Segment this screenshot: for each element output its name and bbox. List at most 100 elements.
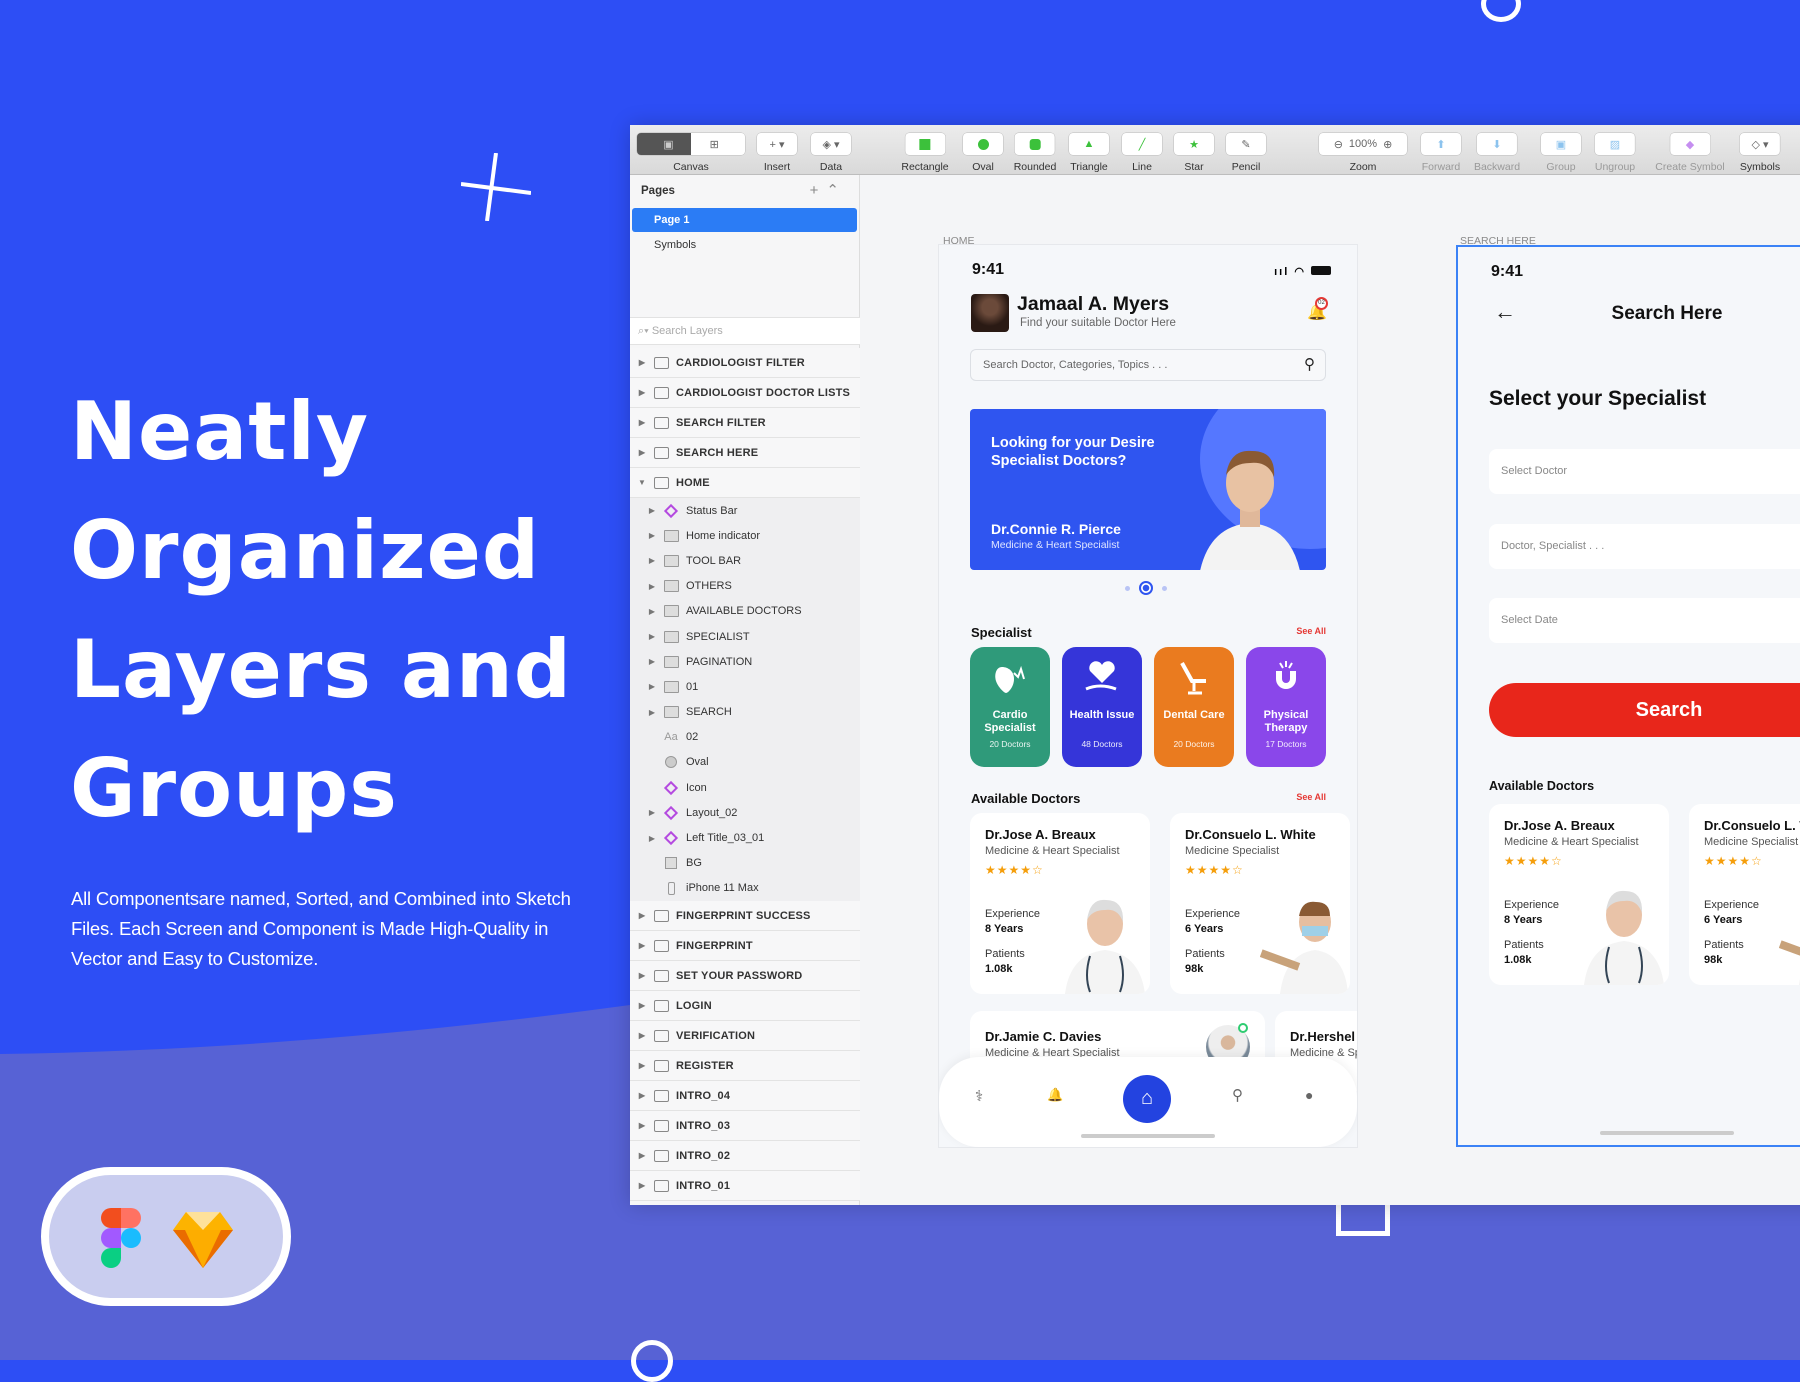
layer-group-verification[interactable]: ▶ VERIFICATION [630,1021,860,1051]
layer-group-intro-02[interactable]: ▶ INTRO_02 [630,1141,860,1171]
search-artboard[interactable]: 9:41 ← Search Here Select your Specialis… [1456,245,1800,1147]
layer-item-icon[interactable]: Icon [630,775,860,801]
layer-group-cardiologist-filter[interactable]: ▶ CARDIOLOGIST FILTER [630,348,860,378]
caret-right-icon[interactable]: ▶ [644,708,660,717]
oval-icon[interactable] [963,133,1003,155]
caret-right-icon[interactable]: ▶ [634,1091,650,1100]
toolbar-group[interactable]: ▣ Group [1541,133,1581,173]
layer-group-intro-03[interactable]: ▶ INTRO_03 [630,1111,860,1141]
layer-item-others[interactable]: ▶ OTHERS [630,573,860,599]
doctor-card[interactable]: Dr.Consuelo L. White Medicine Specialist ★… [1170,813,1350,994]
layer-item-available-doctors[interactable]: ▶ AVAILABLE DOCTORS [630,598,860,624]
caret-right-icon[interactable]: ▶ [634,418,650,427]
layer-item-left-title-03-01[interactable]: ▶ Left Title_03_01 [630,825,860,851]
toolbar-data[interactable]: ◈ ▾ Data [811,133,851,173]
add-page-icon[interactable]: +⌃ [810,181,847,199]
caret-right-icon[interactable]: ▶ [644,531,660,540]
specialist-card-health-issue[interactable]: Health Issue 48 Doctors [1062,647,1142,767]
toolbar-zoom[interactable]: ⊖ 100% ⊕ Zoom [1319,133,1407,173]
user-icon[interactable]: ● [1305,1087,1313,1103]
layer-item-search[interactable]: ▶ SEARCH [630,699,860,725]
toolbar-pencil[interactable]: ✎ Pencil [1226,133,1266,173]
data-icon[interactable]: ◈ ▾ [811,133,851,155]
doctor-card[interactable]: Dr.Jose A. Breaux Medicine & Heart Specia… [1489,804,1669,985]
doctors-see-all-link[interactable]: See All [1296,792,1326,802]
line-icon[interactable]: ╱ [1122,133,1162,155]
search-layers-input[interactable]: ⌕▾ Search Layers [630,317,860,345]
select-doctor-field[interactable]: Select Doctor [1489,449,1800,494]
layer-item-01[interactable]: ▶ 01 [630,674,860,700]
layer-item-bg[interactable]: BG [630,850,860,876]
specialist-see-all-link[interactable]: See All [1296,626,1326,636]
caret-right-icon[interactable]: ▶ [644,556,660,565]
layer-item-home-indicator[interactable]: ▶ Home indicator [630,523,860,549]
page-item-symbols[interactable]: Symbols [632,233,857,257]
toolbar-rounded[interactable]: Rounded [1014,133,1056,173]
ungroup-icon[interactable]: ▨ [1595,133,1635,155]
carousel-dot[interactable] [1125,585,1130,591]
rounded-icon[interactable] [1015,133,1055,155]
toolbar-oval[interactable]: Oval [963,133,1003,173]
specialist-card-dental-care[interactable]: Dental Care 20 Doctors [1154,647,1234,767]
search-icon[interactable]: ⚲ [1304,350,1315,380]
toolbar-line[interactable]: ╱ Line [1122,133,1162,173]
layer-group-fingerprint[interactable]: ▶ FINGERPRINT [630,931,860,961]
page-item-page-1[interactable]: Page 1 [632,208,857,232]
caret-right-icon[interactable]: ▶ [634,1181,650,1190]
forward-icon[interactable]: ⬆ [1421,133,1461,155]
caret-right-icon[interactable]: ▶ [634,388,650,397]
pencil-icon[interactable]: ✎ [1226,133,1266,155]
caret-right-icon[interactable]: ▶ [634,448,650,457]
doctor-specialist-field[interactable]: Doctor, Specialist . . . [1489,524,1800,569]
rectangle-icon[interactable] [905,133,945,155]
search-icon[interactable]: ⚲ [1232,1086,1243,1104]
layer-group-search-filter[interactable]: ▶ SEARCH FILTER [630,408,860,438]
doctor-search-input[interactable]: Search Doctor, Categories, Topics . . . ⚲ [970,349,1326,381]
bell-icon[interactable]: 🔔 [1047,1087,1063,1103]
toolbar-symbols[interactable]: ◇ ▾ Symbols [1740,133,1780,173]
search-button[interactable]: Search [1489,683,1800,737]
doctor-card[interactable]: Dr.Jose A. Breaux Medicine & Heart Specia… [970,813,1150,994]
layer-group-login[interactable]: ▶ LOGIN [630,991,860,1021]
layer-group-intro-01[interactable]: ▶ INTRO_01 [630,1171,860,1201]
toolbar-triangle[interactable]: ▲ Triangle [1069,133,1109,173]
toolbar-create-symbol[interactable]: ◆ Create Symbol [1655,133,1725,173]
caret-right-icon[interactable]: ▶ [644,834,660,843]
layer-item-02[interactable]: Aa 02 [630,724,860,750]
caret-right-icon[interactable]: ▶ [634,971,650,980]
layer-group-register[interactable]: ▶ REGISTER [630,1051,860,1081]
layer-item-oval[interactable]: Oval [630,749,860,776]
caret-right-icon[interactable]: ▶ [644,607,660,616]
avatar[interactable] [971,294,1009,332]
home-artboard[interactable]: 9:41 ııl ◠ Jamaal A. Myers Find your sui… [939,245,1357,1147]
layer-item-specialist[interactable]: ▶ SPECIALIST [630,623,860,650]
layer-group-set-your-password[interactable]: ▶ SET YOUR PASSWORD [630,961,860,991]
toolbar-backward[interactable]: ⬇ Backward [1474,133,1520,173]
toolbar-insert[interactable]: + ▾ Insert [757,133,797,173]
toolbar-ungroup[interactable]: ▨ Ungroup [1595,133,1635,173]
toolbar-rectangle[interactable]: Rectangle [901,133,949,173]
toolbar-canvas[interactable]: ▣ ⊞ Canvas [637,133,745,173]
layer-item-status-bar[interactable]: ▶ Status Bar [630,498,860,524]
specialist-card-cardio-specialist[interactable]: Cardio Specialist 20 Doctors [970,647,1050,767]
toolbar-forward[interactable]: ⬆ Forward [1421,133,1461,173]
layer-item-layout-02[interactable]: ▶ Layout_02 [630,800,860,826]
star-icon[interactable]: ★ [1174,133,1214,155]
caret-right-icon[interactable]: ▶ [634,1001,650,1010]
caret-down-icon[interactable]: ▼ [634,478,650,487]
canvas-icon[interactable]: ▣ ⊞ [637,133,745,155]
doctor-card[interactable]: Dr.Consuelo L. White Medicine Specialist ★… [1689,804,1800,985]
create-symbol-icon[interactable]: ◆ [1669,133,1710,155]
caduceus-icon[interactable]: ⚕ [975,1087,983,1105]
caret-right-icon[interactable]: ▶ [644,632,660,641]
triangle-icon[interactable]: ▲ [1069,133,1109,155]
layer-item-tool-bar[interactable]: ▶ TOOL BAR [630,548,860,574]
caret-right-icon[interactable]: ▶ [634,1031,650,1040]
carousel-dot[interactable] [1162,585,1167,591]
carousel-dot-active[interactable] [1139,581,1153,595]
caret-right-icon[interactable]: ▶ [644,808,660,817]
backward-icon[interactable]: ⬇ [1476,133,1517,155]
group-icon[interactable]: ▣ [1541,133,1581,155]
home-icon[interactable]: ⌂ [1123,1075,1171,1123]
layer-group-intro-04[interactable]: ▶ INTRO_04 [630,1081,860,1111]
